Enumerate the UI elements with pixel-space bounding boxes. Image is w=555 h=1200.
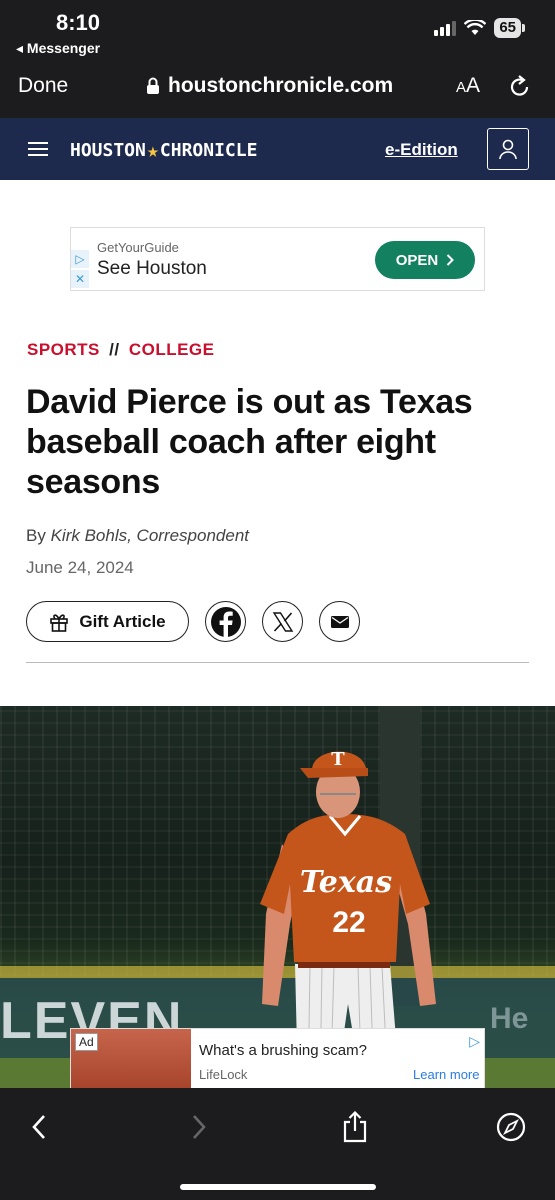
facebook-share-button[interactable]	[205, 601, 246, 642]
reload-icon[interactable]	[508, 74, 532, 100]
menu-icon[interactable]	[28, 142, 48, 156]
battery-indicator: 65	[494, 18, 525, 38]
jersey-number: 22	[332, 906, 365, 939]
kicker-separator: //	[109, 340, 120, 359]
home-indicator	[180, 1184, 376, 1190]
adchoices-play-icon[interactable]: ▷	[71, 250, 89, 268]
photo-banner-text-right: He	[490, 1002, 529, 1035]
share-button[interactable]	[338, 1110, 372, 1144]
user-icon	[499, 139, 517, 160]
article-date: June 24, 2024	[26, 558, 134, 577]
ad-badge: Ad	[75, 1033, 98, 1051]
status-bar: 8:10 ◂ Messenger 65	[0, 0, 555, 62]
section-kicker: SPORTS // COLLEGE	[27, 340, 215, 360]
done-button[interactable]: Done	[18, 74, 68, 98]
chevron-left-icon	[32, 1115, 45, 1139]
browser-toolbar	[0, 1088, 555, 1200]
kicker-college-link[interactable]: COLLEGE	[129, 340, 215, 359]
chevron-right-icon	[447, 254, 455, 266]
back-to-app-link[interactable]: ◂ Messenger	[16, 40, 100, 57]
text-size-button[interactable]: AA	[456, 74, 480, 98]
bottom-ad-banner[interactable]: Ad What's a brushing scam? LifeLock Lear…	[70, 1028, 485, 1088]
compass-icon	[496, 1112, 526, 1142]
share-row: Gift Article	[26, 601, 360, 642]
article-title: David Pierce is out as Texas baseball co…	[26, 383, 473, 501]
status-indicators: 65	[434, 18, 525, 38]
url-display[interactable]: houstonchronicle.com	[146, 74, 393, 98]
x-logo-icon	[272, 611, 293, 632]
adchoices-close-icon[interactable]: ✕	[71, 270, 89, 288]
open-in-safari-button[interactable]	[494, 1110, 528, 1144]
aa-small-label: A	[456, 79, 467, 96]
adchoices-icon[interactable]: ▷	[469, 1033, 480, 1050]
cellular-signal-icon	[434, 20, 457, 36]
divider	[26, 662, 529, 663]
ad-open-label: OPEN	[395, 251, 439, 269]
adchoices[interactable]: ▷ ✕	[71, 250, 89, 290]
status-time: 8:10	[56, 10, 101, 35]
byline: By Kirk Bohls, Correspondent	[26, 526, 249, 546]
logo-star-icon: ★	[146, 138, 159, 162]
top-ad-banner[interactable]: ▷ ✕ GetYourGuide See Houston OPEN	[70, 227, 485, 291]
article-page: ▷ ✕ GetYourGuide See Houston OPEN SPORTS…	[0, 180, 555, 1088]
gift-icon	[50, 613, 69, 632]
ad-thumbnail: Ad	[71, 1029, 191, 1088]
aa-big-label: A	[466, 74, 481, 97]
facebook-icon	[210, 606, 241, 638]
byline-author-link[interactable]: Kirk Bohls, Correspondent	[51, 526, 249, 545]
ad-brand: GetYourGuide	[97, 240, 179, 255]
logo-text-left: HOUSTON	[70, 139, 146, 161]
gift-article-label: Gift Article	[79, 611, 166, 631]
ad-headline: See Houston	[97, 258, 207, 279]
ad-open-button[interactable]: OPEN	[375, 241, 475, 279]
logo-text-right: CHRONICLE	[159, 139, 258, 161]
chevron-right-icon	[193, 1115, 206, 1139]
browser-bar: Done houstonchronicle.com AA	[0, 62, 555, 118]
byline-prefix: By	[26, 526, 46, 545]
kicker-sports-link[interactable]: SPORTS	[27, 340, 100, 359]
ad-sponsor: LifeLock	[199, 1067, 248, 1082]
share-icon	[343, 1111, 367, 1143]
url-text: houstonchronicle.com	[168, 74, 394, 97]
jersey-text: Texas	[300, 865, 392, 900]
cap-letter: T	[331, 749, 345, 770]
forward-button[interactable]	[182, 1110, 216, 1144]
site-header: HOUSTON ★ CHRONICLE e-Edition	[0, 118, 555, 180]
gift-article-button[interactable]: Gift Article	[26, 601, 189, 642]
wifi-icon	[464, 20, 487, 35]
x-share-button[interactable]	[262, 601, 303, 642]
account-button[interactable]	[487, 128, 529, 170]
ad-bottom-headline[interactable]: What's a brushing scam?	[199, 1042, 367, 1059]
lock-icon	[147, 77, 159, 94]
site-logo[interactable]: HOUSTON ★ CHRONICLE	[70, 138, 257, 162]
email-share-button[interactable]	[319, 601, 360, 642]
ad-learn-more-link[interactable]: Learn more	[413, 1067, 479, 1082]
back-button[interactable]	[22, 1110, 56, 1144]
e-edition-link[interactable]: e-Edition	[385, 140, 458, 160]
mail-icon	[330, 615, 349, 628]
